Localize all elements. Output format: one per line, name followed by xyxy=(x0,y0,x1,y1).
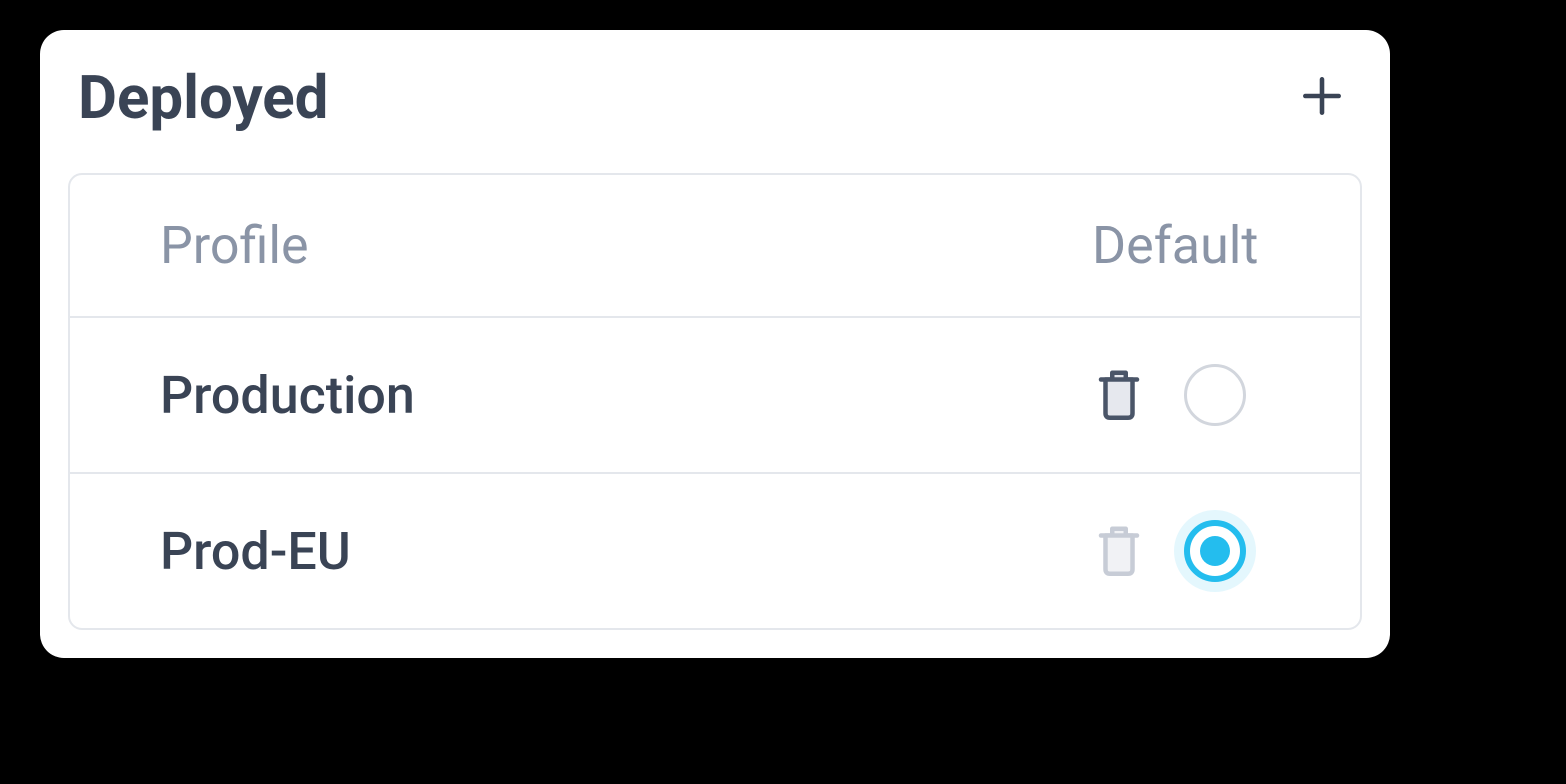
default-radio[interactable] xyxy=(1184,364,1246,426)
deployed-panel: Deployed Profile Default Production xyxy=(40,30,1390,658)
delete-button[interactable] xyxy=(1092,365,1146,425)
panel-header: Deployed xyxy=(68,62,1362,153)
column-header-profile: Profile xyxy=(160,215,1092,276)
table-row: Production xyxy=(70,318,1360,474)
add-button[interactable] xyxy=(1292,68,1352,128)
row-actions xyxy=(1092,520,1312,582)
table-header-row: Profile Default xyxy=(70,175,1360,318)
panel-title: Deployed xyxy=(78,62,328,133)
trash-icon xyxy=(1092,363,1146,427)
profiles-table: Profile Default Production xyxy=(68,173,1362,630)
profile-name: Prod-EU xyxy=(160,521,1092,582)
plus-icon xyxy=(1297,71,1347,125)
trash-icon xyxy=(1092,519,1146,583)
profile-name: Production xyxy=(160,365,1092,426)
row-actions xyxy=(1092,364,1312,426)
default-radio[interactable] xyxy=(1184,520,1246,582)
delete-button[interactable] xyxy=(1092,521,1146,581)
column-header-default: Default xyxy=(1092,215,1312,276)
table-row: Prod-EU xyxy=(70,474,1360,628)
